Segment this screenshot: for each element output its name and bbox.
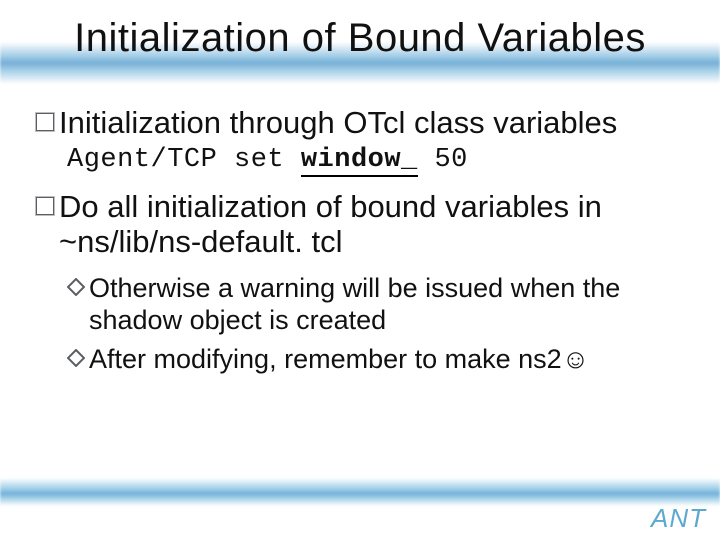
diamond-bullet-icon	[67, 349, 85, 367]
bullet-1-code: Agent/TCP set window_ 50	[67, 145, 695, 175]
bullet-2: Do all initialization of bound variables…	[35, 189, 695, 260]
bullet-2-text: Do all initialization of bound variables…	[59, 189, 695, 260]
code-keyword: window_	[301, 145, 418, 177]
sub-bullet-2-pre: After modifying, remember to make ns2	[89, 344, 562, 374]
square-bullet-icon	[35, 112, 55, 132]
sub-bullet-2: After modifying, remember to make ns2☺	[67, 343, 695, 375]
diamond-bullet-icon	[67, 278, 85, 296]
code-pre: Agent/TCP set	[67, 145, 301, 175]
square-bullet-icon	[35, 196, 55, 216]
sub-bullet-2-text: After modifying, remember to make ns2☺	[89, 343, 589, 375]
bottom-decorative-band	[0, 478, 720, 506]
bullet-1-text: Initialization through OTcl class variab…	[59, 105, 617, 141]
slide-title: Initialization of Bound Variables	[0, 16, 720, 61]
bullet-1: Initialization through OTcl class variab…	[35, 105, 695, 141]
slide-content: Initialization through OTcl class variab…	[35, 105, 695, 375]
sub-bullet-1: Otherwise a warning will be issued when …	[67, 272, 695, 337]
sub-bullet-1-text: Otherwise a warning will be issued when …	[89, 272, 695, 337]
smile-icon: ☺	[562, 344, 590, 374]
ant-logo: ANT	[651, 503, 706, 534]
code-post: 50	[418, 145, 468, 175]
